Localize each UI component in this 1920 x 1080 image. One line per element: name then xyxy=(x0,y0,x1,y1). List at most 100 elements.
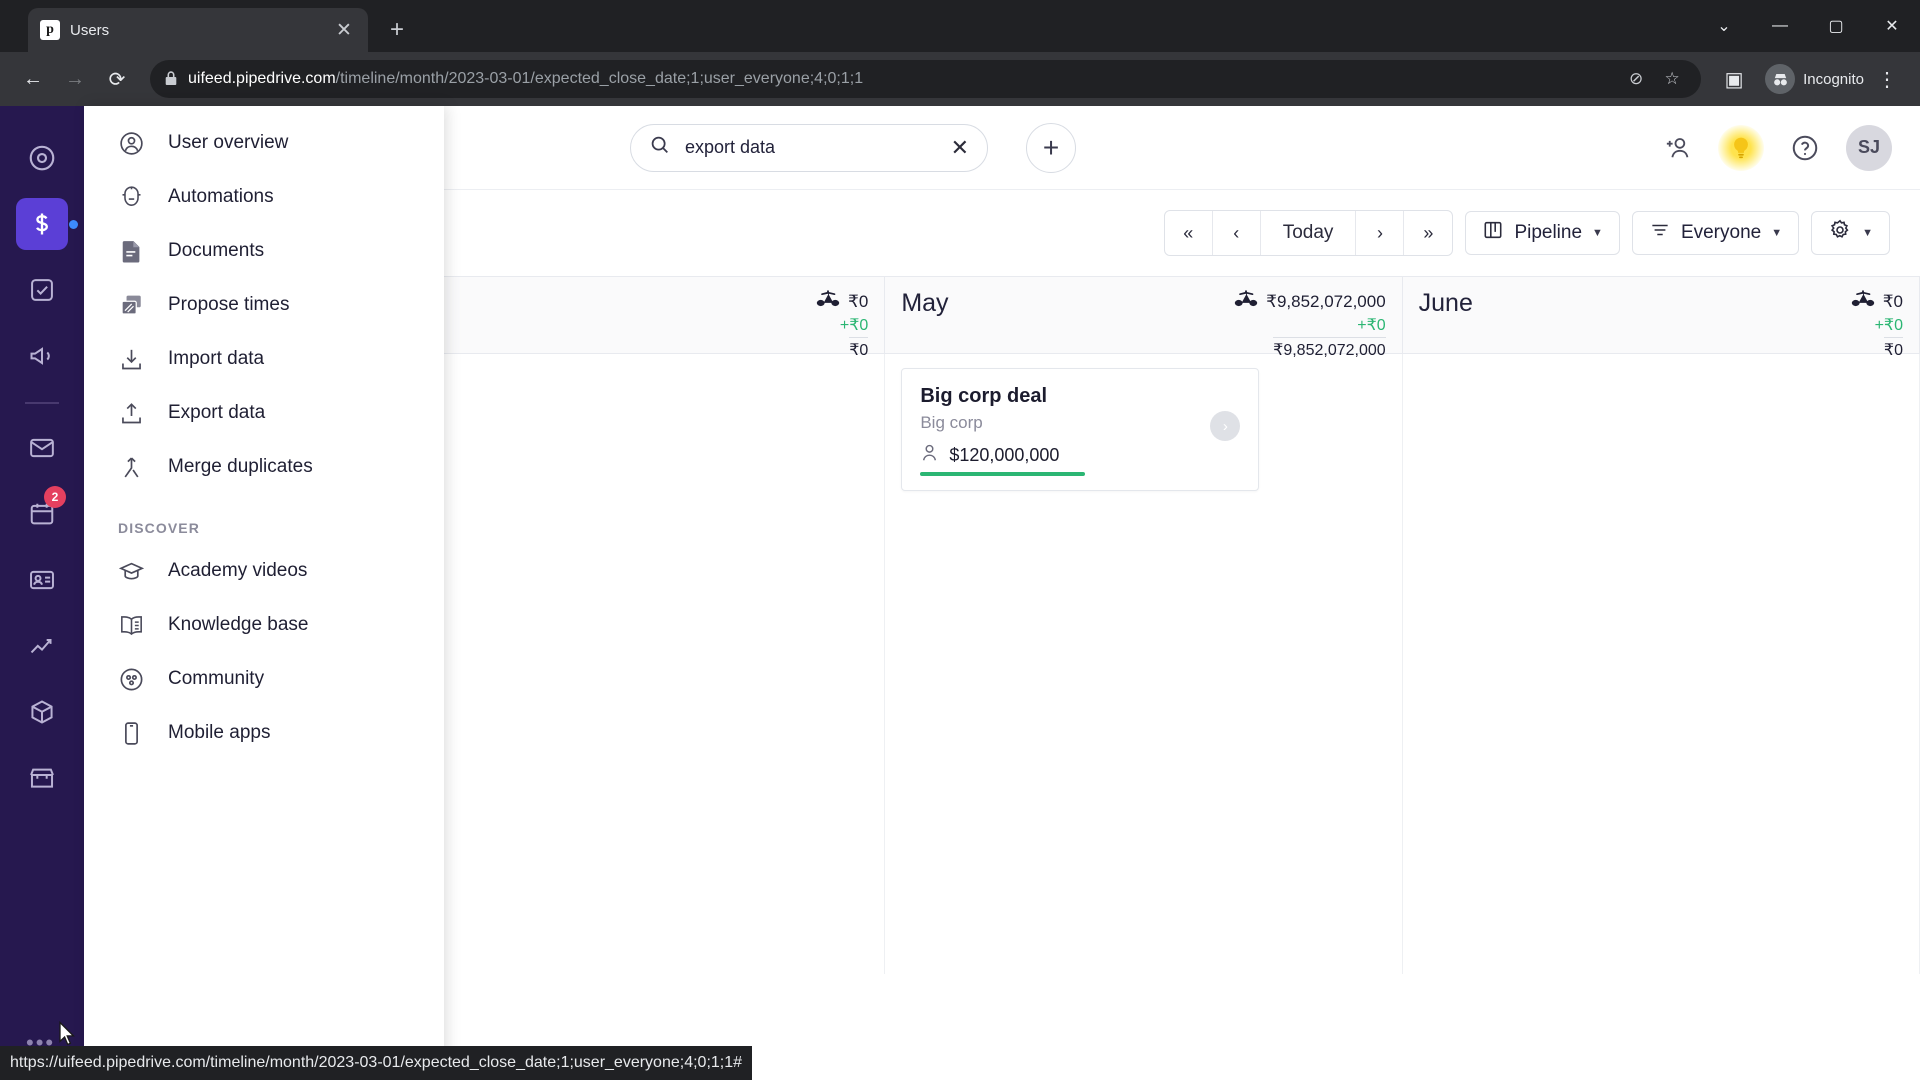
clear-search-icon[interactable]: ✕ xyxy=(951,135,969,161)
sidebar-item-products[interactable] xyxy=(16,686,68,738)
back-button[interactable]: ← xyxy=(14,60,52,98)
browser-menu-button[interactable]: ⋮ xyxy=(1868,60,1906,98)
menu-item-label: Knowledge base xyxy=(168,614,309,635)
sidebar-item-campaigns[interactable] xyxy=(16,330,68,382)
sidebar-item-marketplace[interactable] xyxy=(16,752,68,804)
close-tab-icon[interactable]: ✕ xyxy=(332,18,356,42)
month-weighted-value: ₹0 xyxy=(1882,292,1903,311)
chevron-down-icon: ▼ xyxy=(1592,227,1603,239)
close-window-button[interactable]: ✕ xyxy=(1864,0,1920,52)
month-weighted-row: ₹0 xyxy=(816,289,868,315)
graduation-cap-icon xyxy=(116,558,146,585)
browser-toolbar: ← → ⟳ uifeed.pipedrive.com/timeline/mont… xyxy=(0,52,1920,106)
help-icon[interactable] xyxy=(1782,125,1828,171)
menu-item-merge-duplicates[interactable]: Merge duplicates xyxy=(84,440,444,494)
user-filter-selector[interactable]: Everyone ▼ xyxy=(1631,211,1800,255)
scales-icon xyxy=(816,289,840,315)
month-column-header: April ₹0 +₹0 ₹0 xyxy=(368,277,886,359)
omnibox-icons: ⊘ ☆ xyxy=(1621,64,1687,94)
deal-value: $120,000,000 xyxy=(949,445,1060,465)
menu-item-knowledge-base[interactable]: Knowledge base xyxy=(84,598,444,652)
menu-item-academy-videos[interactable]: Academy videos xyxy=(84,544,444,598)
tab-search-icon[interactable]: ⌄ xyxy=(1696,0,1752,52)
sidebar-item-insights[interactable] xyxy=(16,620,68,672)
menu-section-discover: DISCOVER xyxy=(118,520,200,536)
url-text: uifeed.pipedrive.com/timeline/month/2023… xyxy=(188,70,1611,88)
browser-titlebar: p Users ✕ + ⌄ — ▢ ✕ xyxy=(0,0,1920,52)
sidebar-item-activities[interactable] xyxy=(16,264,68,316)
menu-item-mobile-apps[interactable]: Mobile apps xyxy=(84,706,444,760)
scales-icon xyxy=(1234,289,1258,315)
user-filter-label: Everyone xyxy=(1680,222,1762,243)
no-tracking-icon[interactable]: ⊘ xyxy=(1621,64,1651,94)
month-figures: ₹0 +₹0 ₹0 xyxy=(1851,289,1903,361)
search-input[interactable] xyxy=(685,137,937,158)
add-user-icon[interactable] xyxy=(1654,125,1700,171)
bookmark-star-icon[interactable]: ☆ xyxy=(1657,64,1687,94)
pipedrive-favicon-icon: p xyxy=(40,20,60,40)
address-bar[interactable]: uifeed.pipedrive.com/timeline/month/2023… xyxy=(150,60,1702,98)
month-figures: ₹9,852,072,000 +₹0 ₹9,852,072,000 xyxy=(1234,289,1386,361)
reload-button[interactable]: ⟳ xyxy=(98,60,136,98)
menu-item-automations[interactable]: Automations xyxy=(84,170,444,224)
browser-window: p Users ✕ + ⌄ — ▢ ✕ ← → ⟳ uifeed.pipedri… xyxy=(0,0,1920,1080)
sidebar-item-deals[interactable] xyxy=(16,198,78,250)
user-avatar[interactable]: SJ xyxy=(1846,124,1892,171)
pipeline-icon xyxy=(1482,219,1504,247)
nav-first-button[interactable]: « xyxy=(1165,211,1213,255)
book-icon xyxy=(116,612,146,639)
user-circle-icon xyxy=(116,130,146,157)
month-weighted-value: ₹0 xyxy=(848,292,869,311)
month-weighted-value: ₹9,852,072,000 xyxy=(1266,292,1386,311)
side-panel-icon[interactable]: ▣ xyxy=(1715,60,1753,98)
scales-icon xyxy=(1851,289,1875,315)
nav-today-button[interactable]: Today xyxy=(1261,211,1357,255)
timeline-controls: « ‹ Today › » Pipeline ▼ Everyone ▼ ▼ xyxy=(1163,210,1890,256)
top-right-actions: SJ xyxy=(1654,124,1892,171)
incognito-indicator[interactable]: Incognito xyxy=(1765,64,1864,94)
minimize-button[interactable]: — xyxy=(1752,0,1808,52)
menu-item-label: Academy videos xyxy=(168,560,308,581)
chevron-down-icon: ▼ xyxy=(1862,227,1873,239)
browser-tab[interactable]: p Users ✕ xyxy=(28,8,368,52)
menu-item-community[interactable]: Community xyxy=(84,652,444,706)
sidebar-item-calendar[interactable]: 2 xyxy=(16,486,68,540)
nav-next-button[interactable]: › xyxy=(1356,211,1405,255)
board-column[interactable] xyxy=(368,354,886,974)
deal-open-arrow-icon[interactable]: › xyxy=(1210,411,1241,441)
pipeline-selector[interactable]: Pipeline ▼ xyxy=(1465,211,1620,255)
lock-icon xyxy=(164,70,178,89)
menu-item-label: Merge duplicates xyxy=(168,456,313,477)
maximize-button[interactable]: ▢ xyxy=(1808,0,1864,52)
sidebar-item-mail[interactable] xyxy=(16,422,68,474)
menu-item-propose-times[interactable]: Propose times xyxy=(84,278,444,332)
pipedrive-app: 2 ••• export data ✕ + SJ « ‹ Today › » P… xyxy=(0,106,1920,1080)
settings-selector[interactable]: ▼ xyxy=(1811,211,1890,255)
add-new-button[interactable]: + xyxy=(1026,122,1076,173)
month-change-value: +₹0 xyxy=(1874,317,1903,335)
sidebar-item-contacts[interactable] xyxy=(16,554,68,606)
chevron-down-icon: ▼ xyxy=(1771,227,1783,239)
menu-item-import-data[interactable]: Import data xyxy=(84,332,444,386)
deal-organization: Big corp xyxy=(920,413,983,432)
robot-icon xyxy=(116,184,146,211)
menu-item-label: Documents xyxy=(168,240,265,261)
menu-item-label: Mobile apps xyxy=(168,722,271,743)
board-column[interactable]: Big corp deal Big corp $120,000,000 › xyxy=(885,354,1403,974)
community-icon xyxy=(116,666,146,693)
nav-prev-button[interactable]: ‹ xyxy=(1213,211,1261,255)
board-column[interactable] xyxy=(1403,354,1920,974)
menu-item-export-data[interactable]: Export data xyxy=(84,386,444,440)
sidebar-item-target[interactable] xyxy=(16,132,68,184)
menu-item-user-overview[interactable]: User overview xyxy=(84,116,444,170)
menu-item-documents[interactable]: Documents xyxy=(84,224,444,278)
incognito-icon xyxy=(1765,64,1796,94)
mobile-icon xyxy=(116,720,146,747)
new-tab-button[interactable]: + xyxy=(380,13,414,47)
document-icon xyxy=(116,238,146,265)
global-search[interactable]: ✕ xyxy=(630,123,988,172)
nav-last-button[interactable]: » xyxy=(1404,211,1452,255)
window-controls: ⌄ — ▢ ✕ xyxy=(1696,0,1920,52)
deal-card[interactable]: Big corp deal Big corp $120,000,000 › xyxy=(901,368,1260,491)
lightbulb-icon[interactable] xyxy=(1718,124,1764,171)
